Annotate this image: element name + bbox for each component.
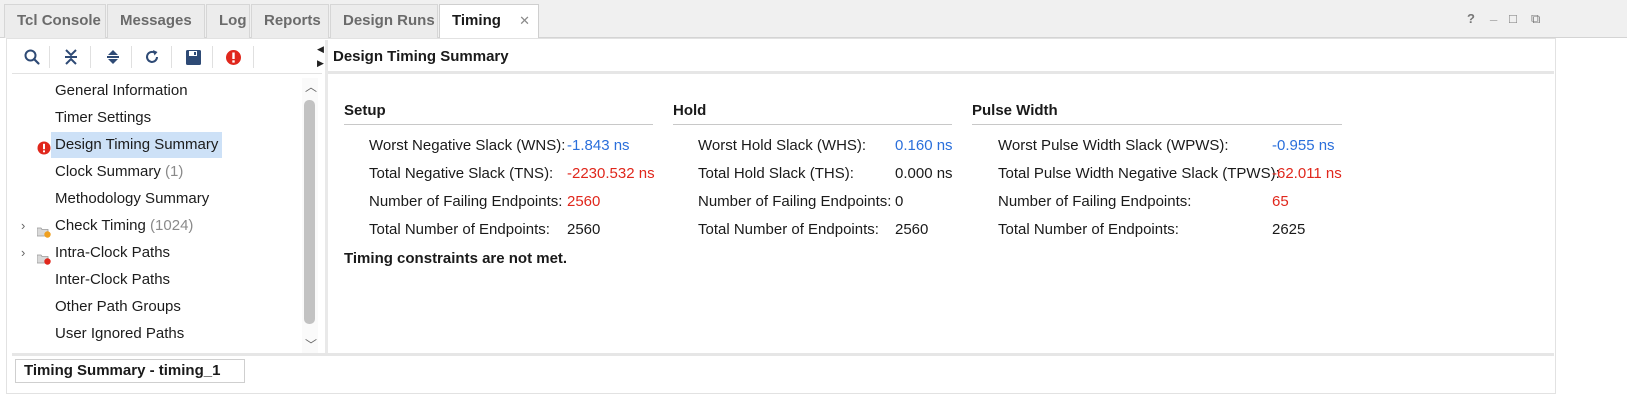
tree-item-label: Inter-Clock Paths: [55, 271, 171, 288]
scrollbar-thumb[interactable]: [304, 100, 315, 324]
chevron-right-icon[interactable]: ›: [21, 240, 25, 266]
chevron-up-icon[interactable]: ︿: [305, 78, 317, 95]
error-icon: [37, 138, 51, 164]
tab-label: Reports: [264, 12, 321, 29]
chevron-down-icon[interactable]: ﹀: [305, 336, 317, 353]
item-count: (1): [165, 163, 184, 180]
whs-value[interactable]: 0.160 ns: [895, 137, 953, 154]
search-icon[interactable]: [19, 45, 45, 69]
expand-right-icon[interactable]: ▶: [317, 58, 324, 69]
tree-toolbar: [12, 40, 322, 74]
tab-reports[interactable]: Reports: [251, 4, 329, 38]
tns-value[interactable]: -2230.532 ns: [567, 165, 655, 182]
pw-total-endpoints-value: 2625: [1272, 221, 1306, 238]
report-tab-timing-summary[interactable]: Timing Summary - timing_1: [15, 359, 245, 383]
tree-item-label: User Ignored Paths: [55, 325, 185, 342]
wns-label: Worst Negative Slack (WNS):: [369, 137, 566, 154]
minimize-icon[interactable]: _: [1490, 8, 1497, 22]
tab-messages[interactable]: Messages: [107, 4, 205, 38]
hold-total-endpoints-label: Total Number of Endpoints:: [698, 221, 879, 238]
maximize-icon[interactable]: □: [1509, 12, 1517, 26]
report-tree: General Information Timer Settings Desig…: [12, 76, 302, 350]
tab-design-runs[interactable]: Design Runs: [330, 4, 438, 38]
tree-item-label: Design Timing Summary: [51, 132, 223, 158]
tree-item-label: Check Timing: [55, 217, 146, 234]
panel-splitter[interactable]: ◀ ▶: [317, 40, 328, 353]
tab-label: Design Runs: [343, 12, 435, 29]
wpws-label: Worst Pulse Width Slack (WPWS):: [998, 137, 1229, 154]
wns-value[interactable]: -1.843 ns: [567, 137, 630, 154]
tpws-value[interactable]: -62.011 ns: [1272, 165, 1342, 182]
tree-item-label: Other Path Groups: [55, 298, 181, 315]
pw-total-endpoints-label: Total Number of Endpoints:: [998, 221, 1179, 238]
collapse-all-icon[interactable]: [58, 45, 84, 69]
status-message: Timing constraints are not met.: [344, 250, 568, 267]
setup-total-endpoints-label: Total Number of Endpoints:: [369, 221, 550, 238]
expand-all-icon[interactable]: [100, 45, 126, 69]
tree-item-check-timing[interactable]: › Check Timing (1024): [12, 213, 272, 239]
tree-item-label: Clock Summary: [55, 163, 161, 180]
collapse-left-icon[interactable]: ◀: [317, 44, 324, 55]
pulse-width-section-title: Pulse Width: [972, 102, 1342, 125]
close-icon[interactable]: ✕: [519, 5, 530, 37]
setup-failing-endpoints-label: Number of Failing Endpoints:: [369, 193, 563, 210]
bottom-divider: [12, 353, 1554, 356]
tab-tcl-console[interactable]: Tcl Console: [4, 4, 106, 38]
ths-label: Total Hold Slack (THS):: [698, 165, 854, 182]
error-icon[interactable]: [220, 45, 246, 69]
tree-item-intra-clock-paths[interactable]: › Intra-Clock Paths: [12, 240, 272, 266]
tree-item-label: Methodology Summary: [55, 190, 210, 207]
save-icon[interactable]: [180, 45, 206, 69]
pw-failing-endpoints-value[interactable]: 65: [1272, 193, 1289, 210]
wpws-value[interactable]: -0.955 ns: [1272, 137, 1335, 154]
hold-failing-endpoints-value: 0: [895, 193, 904, 210]
tree-item-label: Intra-Clock Paths: [55, 244, 171, 261]
tree-item-design-timing-summary[interactable]: Design Timing Summary: [12, 132, 272, 158]
tns-label: Total Negative Slack (TNS):: [369, 165, 554, 182]
setup-total-endpoints-value: 2560: [567, 221, 601, 238]
tab-log[interactable]: Log: [206, 4, 250, 38]
restore-icon[interactable]: ⧉: [1531, 12, 1540, 26]
ths-value: 0.000 ns: [895, 165, 953, 182]
tab-bar: Tcl Console Messages Log Reports Design …: [0, 0, 1627, 39]
tpws-label: Total Pulse Width Negative Slack (TPWS):: [998, 165, 1280, 182]
setup-section-title: Setup: [344, 102, 653, 125]
hold-failing-endpoints-label: Number of Failing Endpoints:: [698, 193, 892, 210]
tree-item-label: Timer Settings: [55, 109, 152, 126]
tab-label: Messages: [120, 12, 192, 29]
tab-label: Tcl Console: [17, 12, 101, 29]
tree-item-label: General Information: [55, 82, 188, 99]
item-count: (1024): [150, 217, 194, 234]
chevron-right-icon[interactable]: ›: [21, 213, 25, 239]
help-icon[interactable]: ?: [1467, 12, 1475, 26]
pw-failing-endpoints-label: Number of Failing Endpoints:: [998, 193, 1192, 210]
hold-section-title: Hold: [673, 102, 952, 125]
panel-header: Design Timing Summary: [328, 40, 1554, 74]
refresh-icon[interactable]: [139, 45, 165, 69]
whs-label: Worst Hold Slack (WHS):: [698, 137, 867, 154]
tab-label: Timing: [452, 12, 501, 29]
tab-label: Log: [219, 12, 247, 29]
setup-failing-endpoints-value[interactable]: 2560: [567, 193, 600, 210]
hold-total-endpoints-value: 2560: [895, 221, 929, 238]
folder-error-icon: [36, 248, 51, 274]
panel-title: Design Timing Summary: [333, 48, 509, 65]
tree-scrollbar[interactable]: ︿ ﹀: [302, 78, 318, 353]
tab-timing[interactable]: Timing ✕: [439, 4, 539, 39]
